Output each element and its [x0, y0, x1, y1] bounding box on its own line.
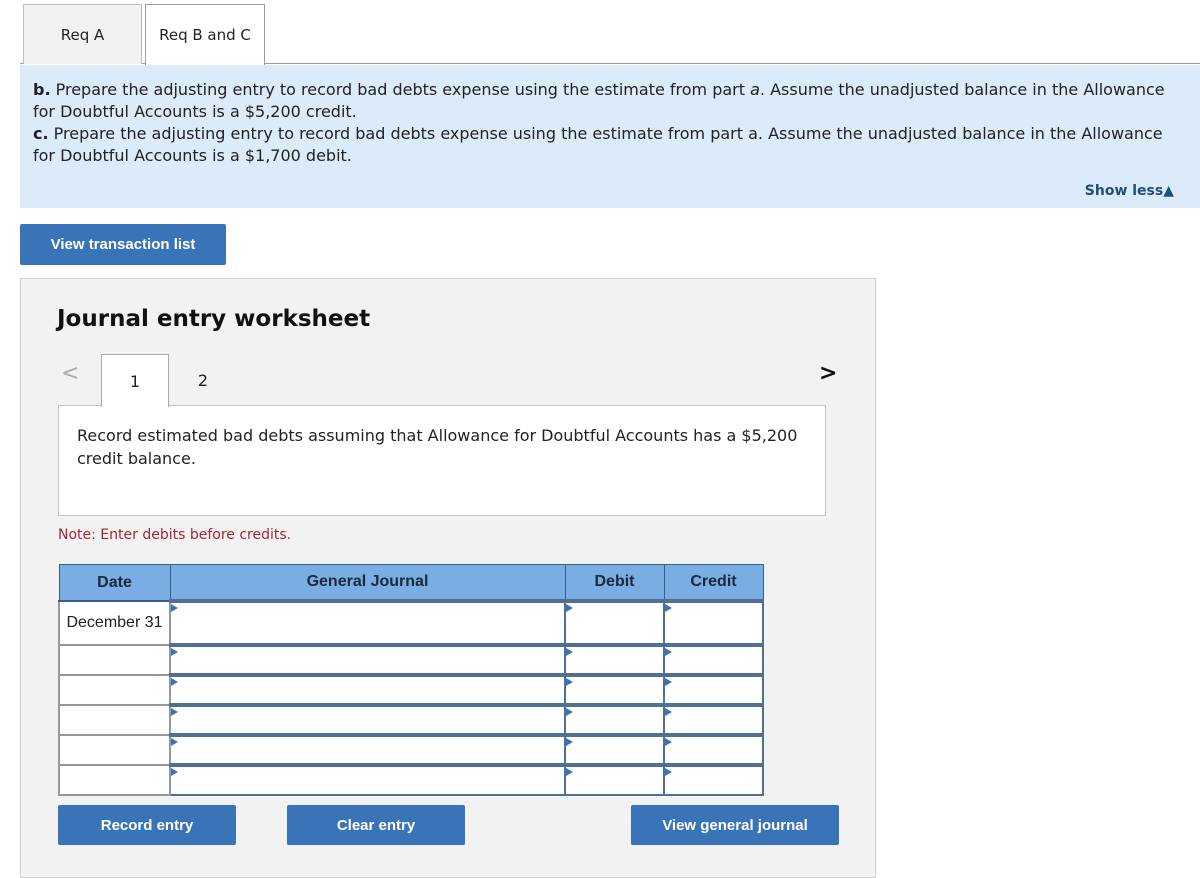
entry-note: Note: Enter debits before credits. — [58, 527, 292, 543]
view-transaction-list-button[interactable]: View transaction list — [20, 224, 226, 265]
view-general-journal-button[interactable]: View general journal — [631, 805, 839, 845]
debit-cell[interactable] — [564, 703, 665, 736]
credit-input[interactable] — [665, 651, 762, 668]
account-cell[interactable] — [169, 643, 566, 676]
debit-cell[interactable] — [564, 643, 665, 676]
chevron-right-icon[interactable]: > — [819, 361, 837, 386]
debit-input[interactable] — [566, 741, 663, 758]
date-cell[interactable] — [58, 764, 171, 796]
table-row — [58, 733, 764, 766]
show-less-link[interactable]: Show less▲ — [1085, 180, 1174, 202]
account-input[interactable] — [171, 771, 564, 789]
clear-entry-button[interactable]: Clear entry — [287, 805, 465, 845]
part-c-text: Prepare the adjusting entry to record ba… — [33, 124, 1163, 165]
credit-input[interactable] — [665, 711, 762, 728]
credit-cell[interactable] — [663, 703, 764, 736]
credit-cell[interactable] — [663, 763, 764, 796]
worksheet-title: Journal entry worksheet — [57, 306, 371, 332]
table-row: December 31 — [58, 599, 764, 646]
table-row — [58, 673, 764, 706]
account-input[interactable] — [171, 681, 564, 698]
account-cell[interactable] — [169, 763, 566, 796]
credit-input[interactable] — [665, 614, 762, 631]
tab-req-b-and-c[interactable]: Req B and C — [145, 4, 265, 65]
show-less-label: Show less — [1084, 183, 1164, 199]
entry-tab-2[interactable]: 2 — [169, 354, 237, 406]
record-entry-button[interactable]: Record entry — [58, 805, 236, 845]
debit-cell[interactable] — [564, 733, 665, 766]
credit-input[interactable] — [665, 681, 762, 698]
account-cell[interactable] — [169, 673, 566, 706]
account-cell[interactable] — [169, 733, 566, 766]
account-cell[interactable] — [169, 703, 566, 736]
header-general-journal: General Journal — [169, 564, 566, 602]
table-row — [58, 763, 764, 796]
table-row — [58, 703, 764, 736]
journal-table-header: Date General Journal Debit Credit — [58, 564, 764, 602]
triangle-up-icon: ▲ — [1163, 183, 1174, 199]
account-input[interactable] — [171, 741, 564, 758]
account-input[interactable] — [171, 711, 564, 728]
credit-input[interactable] — [665, 741, 762, 758]
debit-cell[interactable] — [564, 763, 665, 796]
date-cell[interactable] — [58, 644, 171, 676]
credit-cell[interactable] — [663, 673, 764, 706]
journal-table: Date General Journal Debit Credit Decemb… — [58, 564, 764, 796]
date-cell[interactable] — [58, 674, 171, 706]
part-b-text: Prepare the adjusting entry to record ba… — [50, 80, 751, 99]
prompt-part-b: b. Prepare the adjusting entry to record… — [33, 79, 1187, 123]
part-b-italic: a — [750, 80, 760, 99]
debit-input[interactable] — [566, 681, 663, 698]
part-c-label: c. — [33, 124, 49, 143]
credit-cell[interactable] — [663, 643, 764, 676]
entry-tab-1[interactable]: 1 — [101, 354, 169, 407]
requirement-tabs: Req A Req B and C — [0, 0, 1200, 65]
table-row — [58, 643, 764, 676]
credit-cell[interactable] — [663, 599, 764, 646]
credit-input[interactable] — [665, 771, 762, 789]
debit-input[interactable] — [566, 711, 663, 728]
credit-cell[interactable] — [663, 733, 764, 766]
debit-cell[interactable] — [564, 673, 665, 706]
debit-input[interactable] — [566, 614, 663, 631]
date-cell[interactable] — [58, 734, 171, 766]
chevron-left-icon[interactable]: < — [61, 361, 79, 386]
account-cell[interactable] — [169, 599, 566, 646]
entry-description: Record estimated bad debts assuming that… — [58, 405, 826, 516]
tab-req-a[interactable]: Req A — [23, 4, 142, 64]
debit-input[interactable] — [566, 771, 663, 789]
header-credit: Credit — [663, 564, 764, 602]
debit-input[interactable] — [566, 651, 663, 668]
part-b-label: b. — [33, 80, 51, 99]
header-date: Date — [58, 564, 171, 602]
date-cell[interactable] — [58, 704, 171, 736]
debit-cell[interactable] — [564, 599, 665, 646]
question-prompt: b. Prepare the adjusting entry to record… — [20, 65, 1200, 208]
prompt-part-c: c. Prepare the adjusting entry to record… — [33, 123, 1187, 167]
account-input[interactable] — [171, 651, 564, 668]
header-debit: Debit — [564, 564, 665, 602]
account-input[interactable] — [171, 614, 564, 631]
date-cell[interactable]: December 31 — [58, 600, 171, 646]
journal-entry-worksheet: Journal entry worksheet < 1 2 > Record e… — [20, 278, 876, 878]
